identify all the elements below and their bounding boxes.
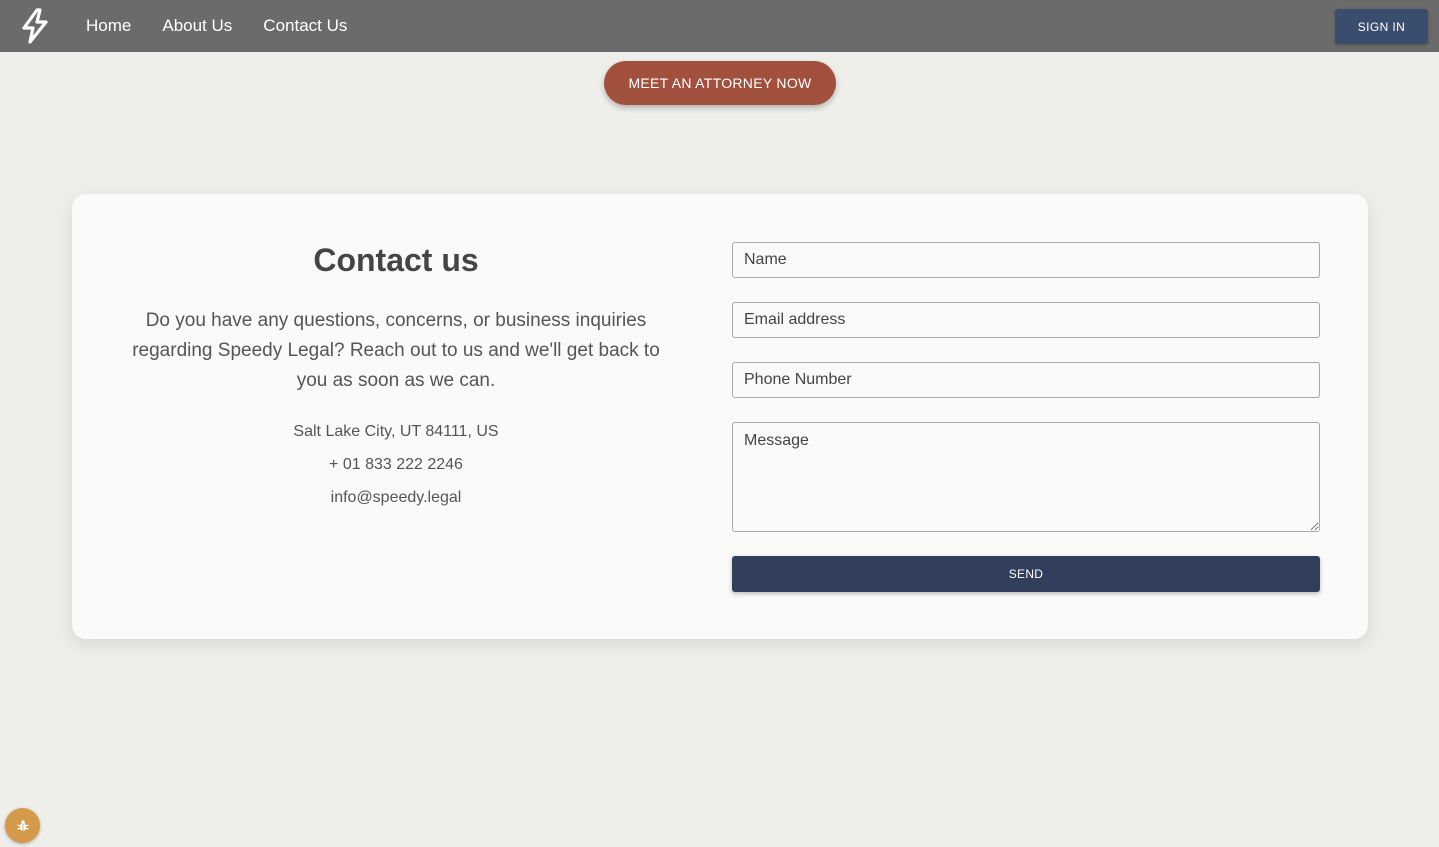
message-field[interactable] [732, 422, 1320, 532]
name-field[interactable] [732, 242, 1320, 278]
contact-description: Do you have any questions, concerns, or … [132, 310, 660, 391]
meet-attorney-button[interactable]: MEET AN ATTORNEY NOW [604, 61, 836, 105]
nav-link-about-us[interactable]: About Us [162, 16, 232, 36]
email-field[interactable] [732, 302, 1320, 338]
bug-icon[interactable] [5, 808, 40, 843]
contact-address: Salt Lake City, UT 84111, US [293, 423, 499, 440]
contact-email: info@speedy.legal [330, 489, 462, 506]
top-navbar: Home About Us Contact Us SIGN IN [0, 0, 1439, 52]
contact-title: Contact us [313, 242, 479, 278]
contact-form: SEND [732, 242, 1320, 592]
send-button[interactable]: SEND [732, 556, 1320, 592]
contact-details: Salt Lake City, UT 84111, US + 01 833 22… [128, 422, 664, 521]
contact-info-column: Contact us Do you have any questions, co… [128, 240, 664, 521]
nav-links: Home About Us Contact Us [86, 0, 378, 52]
nav-link-contact-us[interactable]: Contact Us [263, 16, 347, 36]
nav-link-home[interactable]: Home [86, 16, 131, 36]
lightning-bolt-icon[interactable] [18, 8, 52, 44]
contact-card: Contact us Do you have any questions, co… [72, 194, 1368, 639]
contact-phone: + 01 833 222 2246 [329, 456, 463, 473]
sign-in-button[interactable]: SIGN IN [1335, 9, 1428, 44]
phone-field[interactable] [732, 362, 1320, 398]
